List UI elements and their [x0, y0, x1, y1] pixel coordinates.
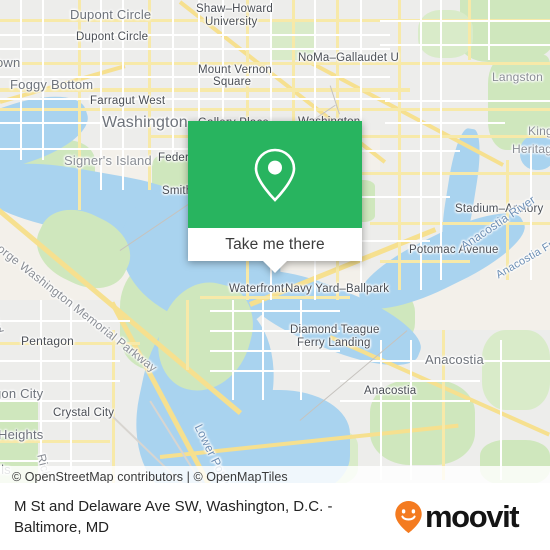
map-attribution: © OpenStreetMap contributors | © OpenMap…	[0, 466, 550, 483]
street	[198, 0, 200, 120]
street	[360, 150, 460, 152]
street	[0, 380, 120, 382]
street	[530, 150, 532, 280]
street	[410, 340, 412, 480]
street	[500, 340, 502, 480]
road	[186, 300, 189, 370]
street	[210, 370, 330, 372]
road	[468, 0, 471, 60]
street	[0, 320, 130, 322]
street	[70, 300, 72, 483]
street	[20, 0, 22, 160]
street	[0, 76, 390, 78]
street	[0, 460, 110, 462]
street	[0, 400, 110, 402]
road	[442, 330, 445, 480]
moovit-wordmark: moovit	[425, 499, 520, 534]
street	[222, 0, 224, 120]
park-area	[482, 330, 550, 410]
road	[200, 296, 350, 299]
footer-bar: M St and Delaware Ave SW, Washington, D.…	[0, 483, 550, 550]
road	[112, 330, 115, 483]
moovit-logo[interactable]: moovit	[394, 500, 522, 534]
take-me-there-button[interactable]: Take me there	[188, 228, 362, 261]
street	[300, 300, 302, 400]
street	[210, 310, 340, 312]
street	[0, 34, 390, 36]
street	[0, 98, 390, 100]
road	[78, 0, 81, 210]
map-screenshot: Dupont Circle Shaw–Howard University Dupont…	[0, 0, 550, 550]
water-body	[520, 135, 550, 170]
page-title: M St and Delaware Ave SW, Washington, D.…	[14, 497, 333, 536]
street	[488, 0, 490, 60]
road	[148, 0, 151, 190]
street	[210, 350, 340, 352]
street	[440, 0, 442, 280]
street	[380, 340, 382, 480]
road	[0, 88, 410, 92]
map-pin-icon	[254, 148, 296, 202]
road	[370, 222, 550, 225]
street	[0, 48, 390, 50]
road	[0, 440, 110, 443]
street	[360, 196, 450, 198]
street	[262, 300, 264, 400]
street	[340, 400, 470, 402]
street	[210, 330, 340, 332]
street	[42, 0, 44, 160]
street	[420, 0, 422, 290]
street	[0, 420, 100, 422]
location-popup-card[interactable]: Take me there	[188, 121, 362, 273]
moovit-smiley-pin-icon	[395, 500, 422, 533]
road	[380, 260, 470, 263]
water-body	[0, 165, 40, 205]
road	[292, 0, 295, 135]
street	[0, 360, 120, 362]
park-area	[460, 0, 550, 62]
park-area	[418, 10, 473, 58]
street	[40, 300, 42, 483]
popup-image-placeholder	[188, 121, 362, 228]
street	[0, 148, 190, 150]
street	[380, 20, 550, 22]
take-me-there-label: Take me there	[225, 235, 325, 253]
street	[100, 0, 102, 190]
road	[0, 62, 550, 65]
street	[232, 300, 234, 400]
street	[380, 44, 550, 46]
road	[360, 172, 550, 175]
attribution-text: © OpenStreetMap contributors | © OpenMap…	[12, 470, 288, 483]
street	[385, 122, 505, 124]
street	[172, 0, 174, 160]
street	[385, 100, 550, 102]
map-canvas[interactable]: Dupont Circle Shaw–Howard University Dupont…	[0, 0, 550, 483]
street	[122, 0, 124, 190]
road	[506, 160, 509, 280]
road	[0, 108, 550, 111]
popup-pointer	[263, 261, 287, 273]
